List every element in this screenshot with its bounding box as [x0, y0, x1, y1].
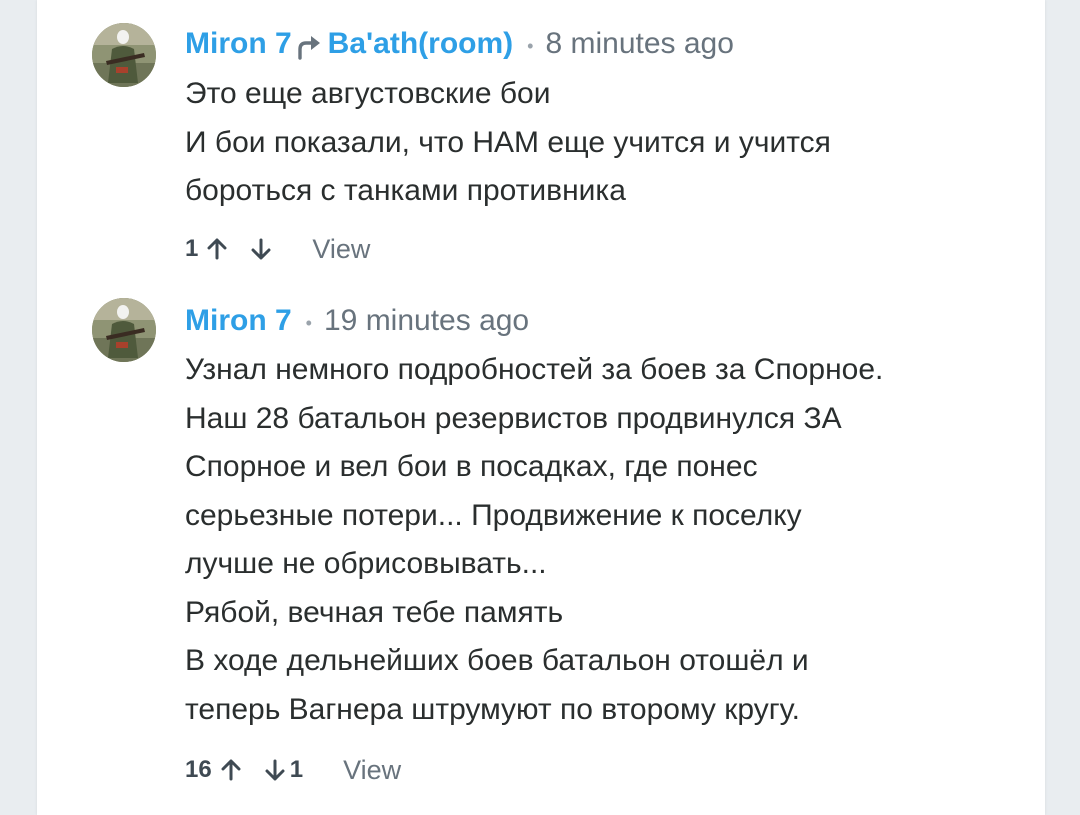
- comment-body: Узнал немного подробностей за боев за Сп…: [185, 346, 985, 734]
- reply-arrow-icon: [296, 31, 326, 60]
- separator-dot: •: [305, 313, 312, 333]
- comment-line: Наш 28 батальон резервистов продвинулся …: [185, 401, 842, 435]
- avatar[interactable]: [92, 23, 156, 87]
- comment-body: Это еще августовские бои И бои показали,…: [185, 70, 985, 216]
- author-link[interactable]: Miron 7: [185, 301, 292, 341]
- view-link[interactable]: View: [343, 755, 401, 786]
- upvote-count: 16: [185, 756, 212, 783]
- comment-meta: Miron 7 Ba'ath(room) • 8 minutes ago: [185, 24, 734, 64]
- timestamp[interactable]: 8 minutes ago: [545, 24, 733, 64]
- comment-line: И бои показали, что НАМ еще учится и учи…: [185, 125, 831, 159]
- arrow-down-icon[interactable]: [264, 758, 286, 782]
- comment-footer: 1 View: [185, 229, 370, 269]
- author-link[interactable]: Miron 7: [185, 24, 292, 64]
- arrow-up-icon[interactable]: [220, 758, 242, 782]
- arrow-down-icon[interactable]: [250, 237, 272, 261]
- comment-footer: 16 1 View: [185, 750, 401, 790]
- comment-line: В ходе дельнейших боев батальон отошёл и: [185, 644, 809, 677]
- upvote-count: 1: [185, 235, 199, 262]
- reply-to-link[interactable]: Ba'ath(room): [328, 24, 513, 64]
- arrow-up-icon[interactable]: [206, 237, 228, 261]
- comment-line: теперь Вагнера штрумуют по второму кругу…: [185, 692, 800, 726]
- avatar[interactable]: [92, 298, 156, 362]
- separator-dot: •: [527, 36, 534, 56]
- comment-line: серьезные потери... Продвижение к поселк…: [185, 498, 802, 532]
- comment-line: Спорное и вел бои в посадках, где понес: [185, 450, 758, 483]
- timestamp[interactable]: 19 minutes ago: [324, 301, 529, 341]
- downvote-count: 1: [289, 756, 304, 783]
- comment-line: Узнал немного подробностей за боев за Сп…: [185, 353, 884, 386]
- view-link[interactable]: View: [312, 234, 370, 265]
- comment-meta: Miron 7 • 19 minutes ago: [185, 301, 529, 341]
- comment-line: бороться с танками противника: [185, 174, 626, 207]
- comment-line: Это еще августовские бои: [185, 77, 551, 110]
- comment-line: лучше не обрисовывать...: [185, 547, 547, 580]
- comments-card: Miron 7 Ba'ath(room) • 8 minutes ago Это…: [37, 0, 1045, 815]
- comment-line: Рябой, вечная тебе память: [185, 595, 564, 629]
